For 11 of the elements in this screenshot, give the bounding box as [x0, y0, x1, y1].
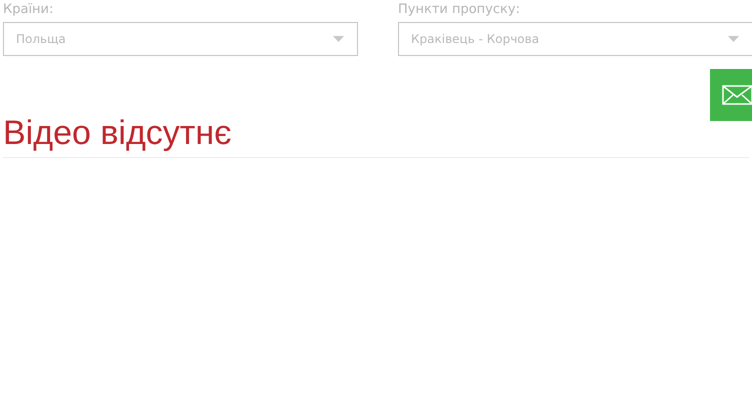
no-video-heading: Відео відсутнє	[3, 115, 232, 151]
envelope-icon	[722, 85, 752, 105]
field-label: Країни:	[3, 1, 54, 19]
dropdown-value: Краківець - Корчова	[411, 31, 540, 48]
dropdown[interactable]: Польща	[3, 22, 358, 56]
caret-icon	[728, 36, 739, 42]
dropdown[interactable]: Краківець - Корчова	[398, 22, 752, 56]
caret-icon	[333, 36, 344, 42]
field-label: Пункти пропуску:	[398, 1, 520, 19]
dropdown-value: Польща	[16, 31, 66, 48]
mail-button[interactable]	[710, 69, 752, 121]
